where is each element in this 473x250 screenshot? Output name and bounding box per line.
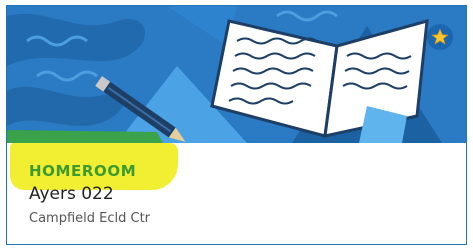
card-info: HOMEROOM Ayers 022 Campfield Ecld Ctr	[7, 143, 466, 244]
homeroom-card[interactable]: HOMEROOM Ayers 022 Campfield Ecld Ctr	[6, 5, 467, 245]
school-name: Campfield Ecld Ctr	[29, 211, 151, 226]
card-banner-illustration	[7, 6, 466, 143]
star-icon	[431, 28, 449, 45]
book-pencil-illustration	[7, 6, 466, 143]
card-label: HOMEROOM	[29, 162, 137, 180]
favorite-badge[interactable]	[427, 24, 453, 50]
room-name[interactable]: Ayers 022	[29, 184, 114, 204]
